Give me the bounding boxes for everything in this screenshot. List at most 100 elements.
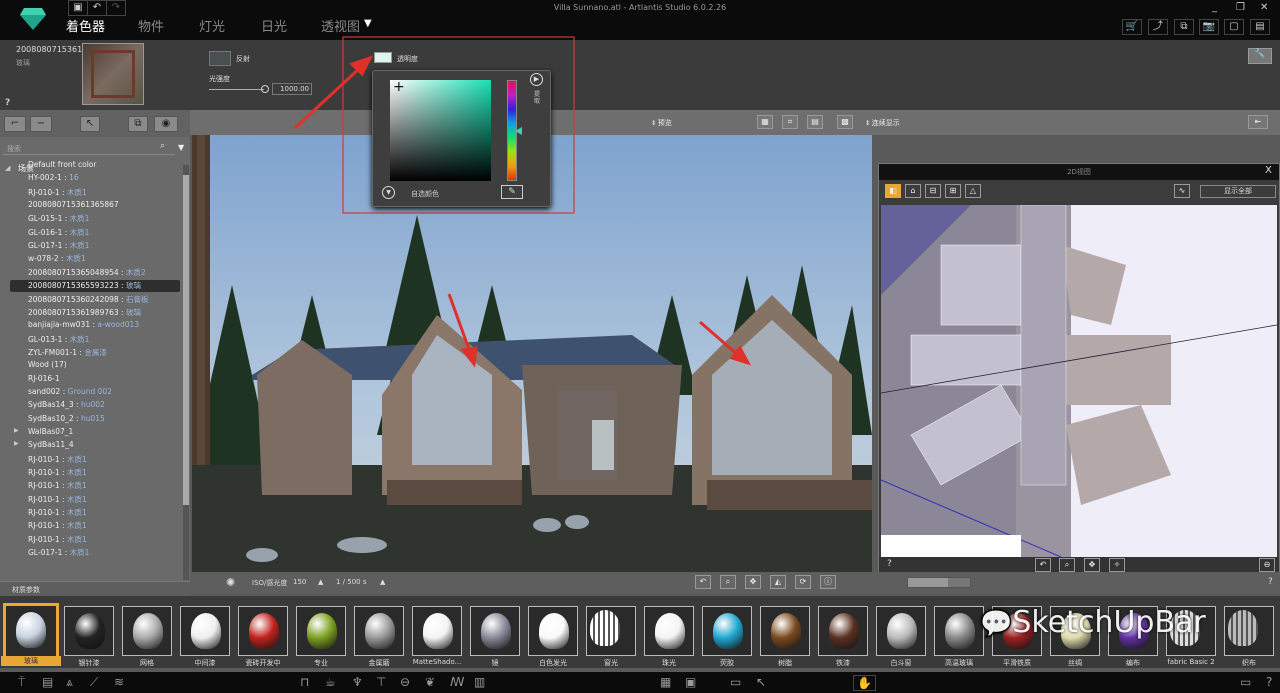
material-preview <box>945 613 975 649</box>
undo-camera-icon[interactable]: ↶ <box>695 575 711 589</box>
building-icon[interactable]: ▥ <box>474 675 485 689</box>
material-label: fabric Basic 2 <box>1167 658 1215 666</box>
back-view-icon[interactable]: △ <box>965 184 981 198</box>
material-thumbnail[interactable] <box>3 603 59 659</box>
pan-camera-icon[interactable]: ✥ <box>745 575 761 589</box>
grid-icon[interactable]: ▦ <box>660 675 671 689</box>
texture-icon[interactable]: ▤ <box>42 675 53 689</box>
car-icon[interactable]: ⊖ <box>400 675 410 689</box>
undo-view-icon[interactable]: ↶ <box>1035 558 1051 572</box>
shutter-stepper[interactable]: ▲ <box>380 578 385 586</box>
watermark: 💬SketchUpBar <box>980 605 1206 640</box>
material-thumbnail[interactable] <box>296 606 346 656</box>
2d-scrollbar[interactable] <box>907 577 971 588</box>
curve-icon[interactable]: ∿ <box>1174 184 1190 198</box>
cursor-icon[interactable]: ↖ <box>756 675 766 689</box>
material-thumbnail[interactable] <box>238 606 288 656</box>
material-thumbnail[interactable] <box>528 606 578 656</box>
material-label: 丝绸 <box>1068 659 1082 667</box>
bottom-help-icon[interactable]: ? <box>1266 675 1272 689</box>
material-label: 银针漆 <box>78 659 100 667</box>
pan-icon[interactable]: ✥ <box>1084 558 1100 572</box>
right-view-icon[interactable]: ⊞ <box>945 184 961 198</box>
material-preview <box>75 613 105 649</box>
target-icon[interactable]: ⊖ <box>1259 558 1275 572</box>
aperture-icon[interactable]: ✺ <box>226 576 235 589</box>
material-thumbnail[interactable] <box>702 606 752 656</box>
extract-label: 提取 <box>534 91 541 105</box>
material-preview <box>307 613 337 649</box>
material-label: 平滑铁质 <box>1003 659 1031 667</box>
2d-view-close-button[interactable]: X <box>1265 165 1272 176</box>
floor-plan[interactable] <box>881 205 1277 557</box>
cup-icon[interactable]: ☕ <box>325 675 336 689</box>
folder-icon[interactable]: ▭ <box>730 675 741 689</box>
material-thumbnail[interactable] <box>876 606 926 656</box>
2d-view-title: 2D视图 <box>879 164 1279 180</box>
zoom-icon[interactable]: ⌕ <box>1059 558 1075 572</box>
table-icon[interactable]: ⊤ <box>376 675 386 689</box>
material-thumbnail[interactable] <box>934 606 984 656</box>
shutter-value[interactable]: 1 / 500 s <box>336 578 367 586</box>
material-label: 镜 <box>491 659 499 667</box>
grass-icon[interactable]: ⩓ <box>66 675 73 690</box>
material-thumbnail[interactable] <box>354 606 404 656</box>
paint-icon[interactable]: ⍑ <box>18 675 25 690</box>
crosshair-cursor: + <box>393 79 405 95</box>
fit-all-icon[interactable]: ✧ <box>1109 558 1125 572</box>
hue-handle[interactable] <box>515 127 522 135</box>
material-label: 瓷砖开发中 <box>245 659 281 667</box>
material-thumbnail[interactable] <box>412 606 462 656</box>
eyedropper-icon[interactable]: ✎ <box>501 185 523 199</box>
material-label: 窗光 <box>604 659 618 667</box>
material-label: 专业 <box>314 659 328 667</box>
iso-value[interactable]: 150 <box>293 578 306 586</box>
material-preview <box>365 613 395 649</box>
brush-icon[interactable]: ⟋ <box>90 675 98 690</box>
plan-view-icon[interactable]: ◧ <box>885 184 901 198</box>
material-preview <box>771 613 801 649</box>
water-icon[interactable]: ≋ <box>114 675 124 689</box>
iso-stepper[interactable]: ▲ <box>318 578 323 586</box>
orbit-icon[interactable]: ⟳ <box>795 575 811 589</box>
material-preview <box>829 613 859 649</box>
material-thumbnail[interactable] <box>1224 606 1274 656</box>
material-preview <box>16 612 46 648</box>
lamp-icon[interactable]: ♆ <box>352 675 363 689</box>
zoom-camera-icon[interactable]: ⌕ <box>720 575 736 589</box>
material-preview <box>481 613 511 649</box>
expand-icon[interactable]: ▼ <box>382 186 395 199</box>
material-thumbnail[interactable] <box>586 606 636 656</box>
wechat-icon: 💬 <box>980 609 1013 639</box>
front-view-icon[interactable]: ⌂ <box>905 184 921 198</box>
material-thumbnail[interactable] <box>180 606 230 656</box>
info-icon[interactable]: ⓘ <box>820 575 836 589</box>
material-label: 荧胶 <box>720 659 734 667</box>
side-view-icon[interactable]: ⊟ <box>925 184 941 198</box>
hand-icon[interactable]: ✋ <box>853 675 876 691</box>
material-preview <box>1228 610 1258 646</box>
perspective-icon[interactable]: ◭ <box>770 575 786 589</box>
material-label: 中间漆 <box>194 659 216 667</box>
material-thumbnail[interactable] <box>122 606 172 656</box>
material-thumbnail[interactable] <box>760 606 810 656</box>
material-thumbnail[interactable] <box>644 606 694 656</box>
people-icon[interactable]: ꟿ <box>450 675 464 689</box>
saturation-value-field[interactable]: + <box>390 80 491 181</box>
sofa-icon[interactable]: ⊓ <box>300 675 309 689</box>
material-thumbnail[interactable] <box>64 606 114 656</box>
material-thumbnail[interactable] <box>470 606 520 656</box>
help-icon[interactable]: ? <box>1268 577 1273 587</box>
2d-help-icon[interactable]: ? <box>887 559 892 569</box>
display-filter-select[interactable]: 显示全部 <box>1200 185 1276 198</box>
material-preview <box>191 613 221 649</box>
iso-label: ISO/感光度 <box>252 579 288 587</box>
window-icon[interactable]: ▭ <box>1240 675 1251 689</box>
play-icon[interactable]: ▶ <box>530 73 543 86</box>
material-preview <box>423 613 453 649</box>
material-thumbnail[interactable] <box>818 606 868 656</box>
material-preview <box>590 610 620 646</box>
plant-icon[interactable]: ❦ <box>425 675 435 689</box>
material-label: 编布 <box>1126 659 1140 667</box>
image-icon[interactable]: ▣ <box>685 675 696 689</box>
